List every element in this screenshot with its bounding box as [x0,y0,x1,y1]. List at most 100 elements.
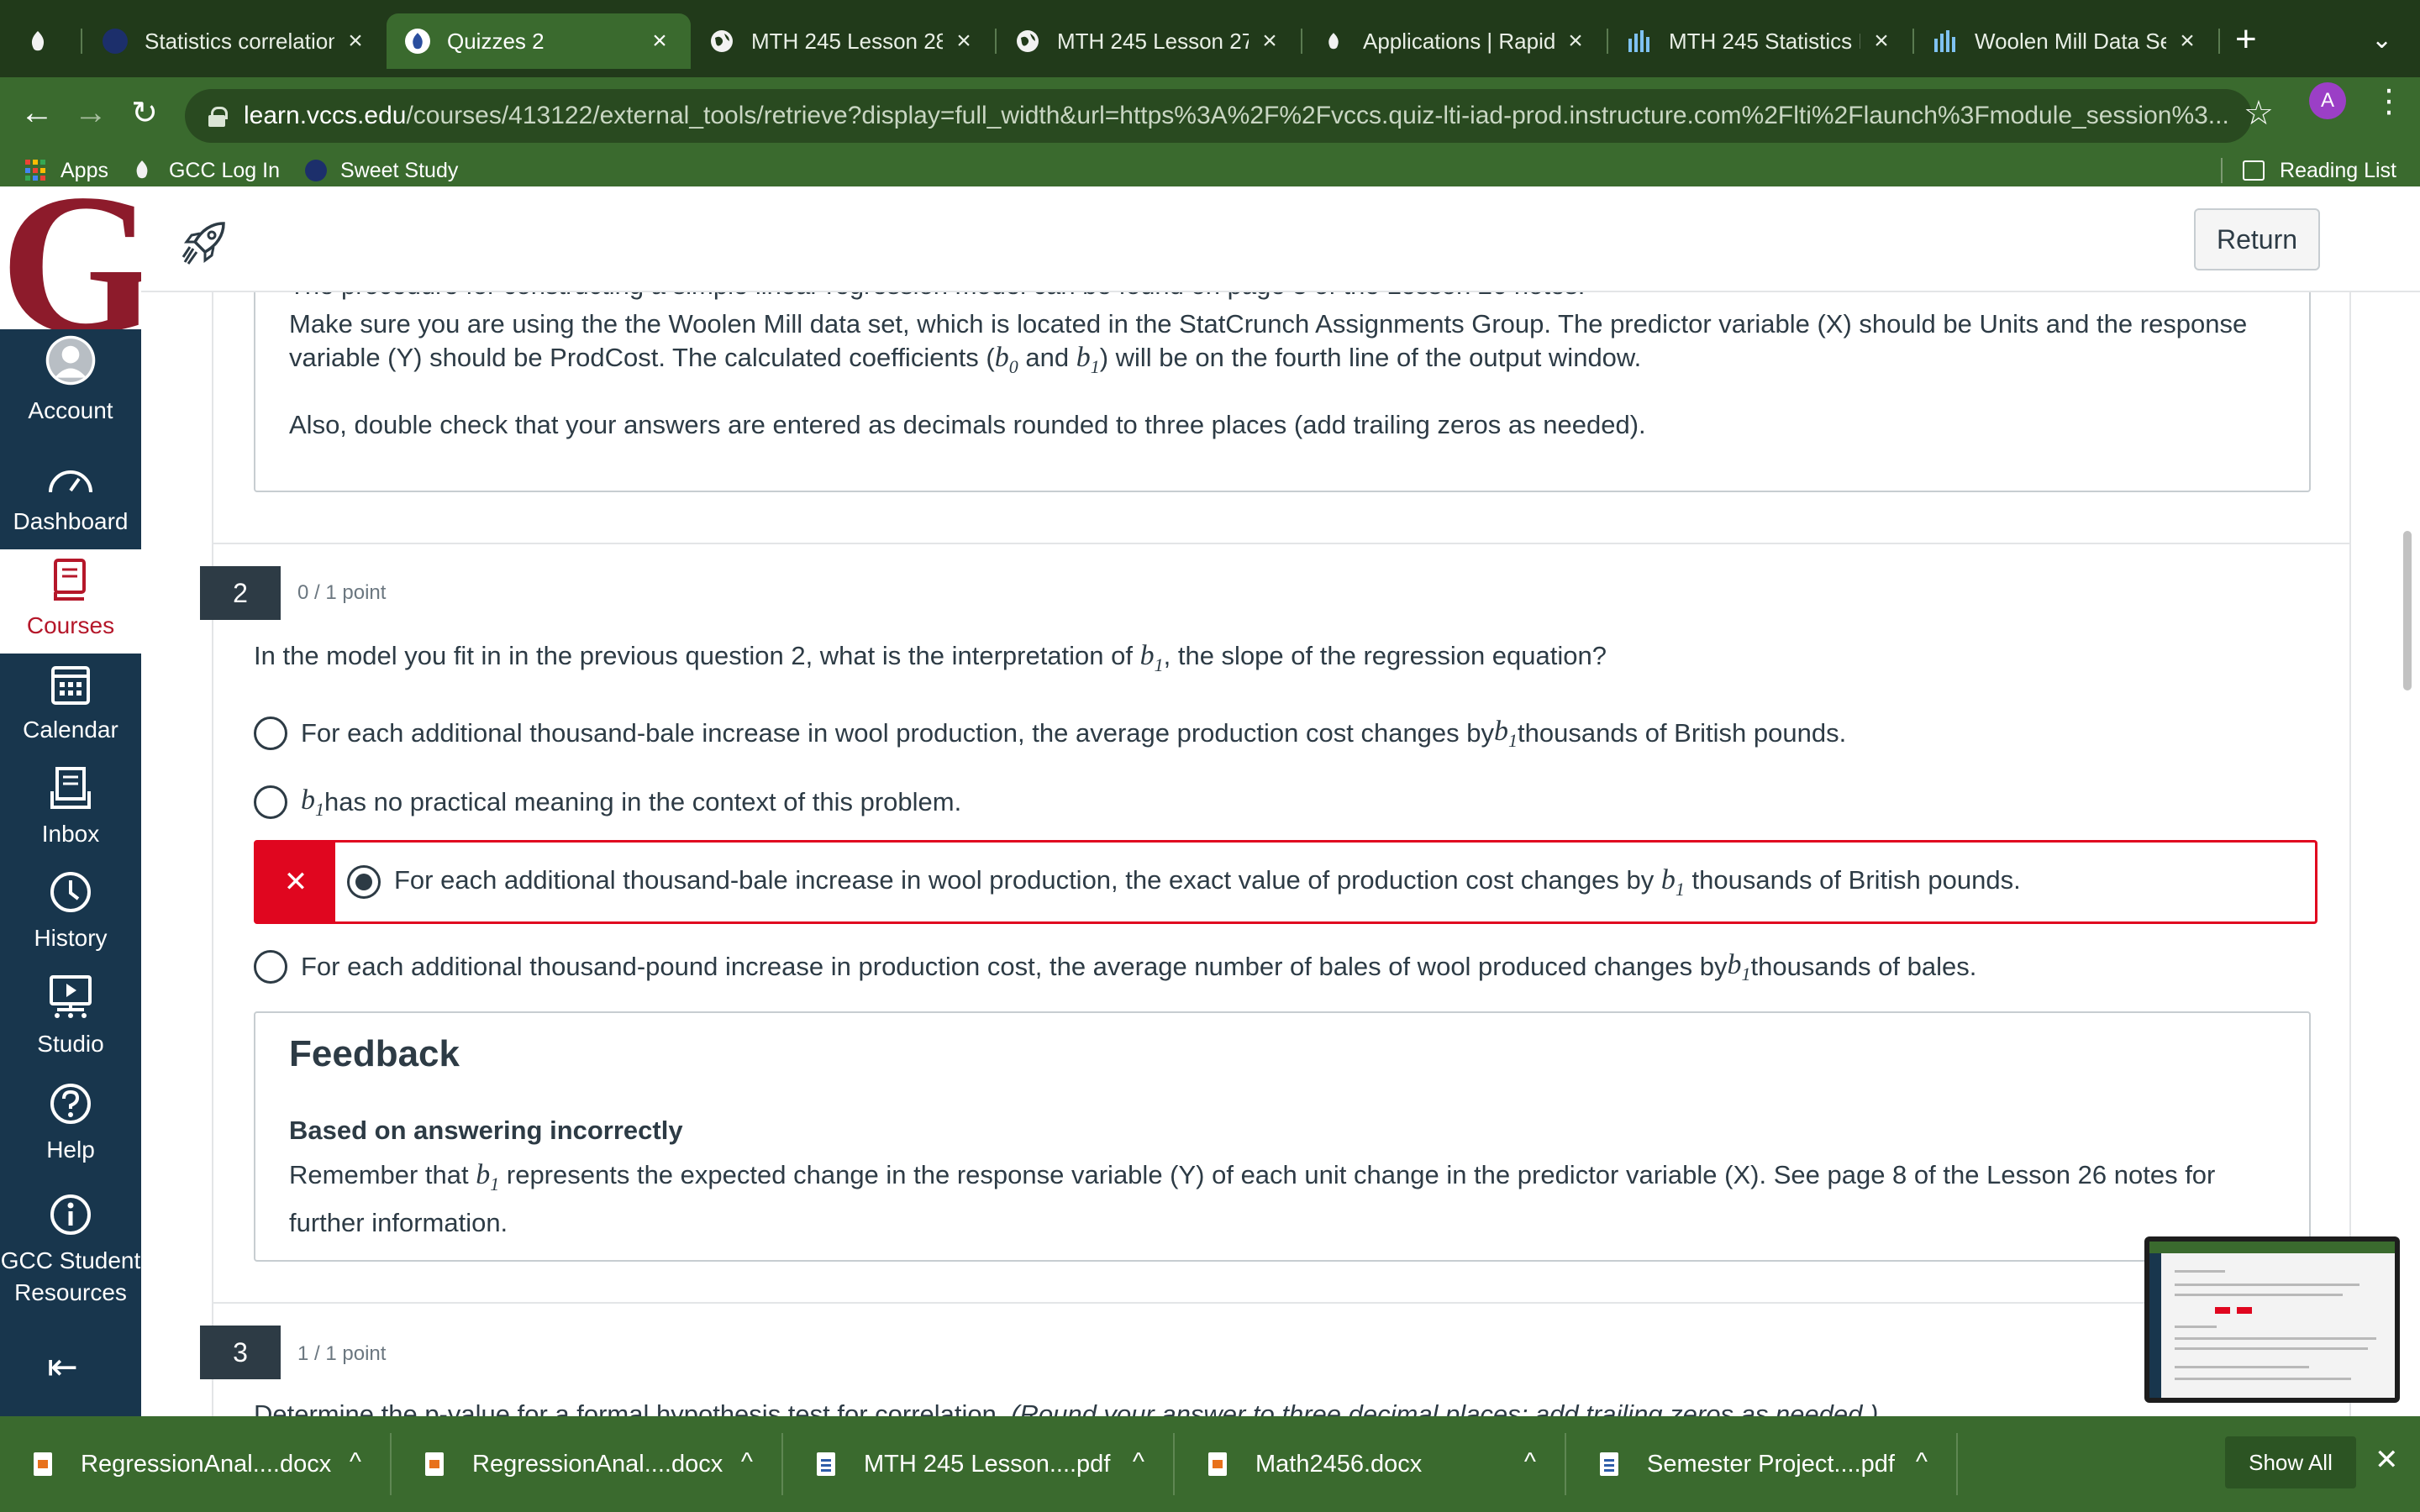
return-button[interactable]: Return [2194,208,2320,270]
close-icon[interactable]: × [951,27,976,55]
answer-option-3-incorrect[interactable]: ✕ For each additional thousand-bale incr… [254,840,2317,924]
canvas-favicon-icon [134,160,155,181]
question-points: 0 / 1 point [297,581,387,604]
radio-button-selected[interactable] [347,865,381,899]
tab-mth245-lesson27[interactable]: MTH 245 Lesson 27 × [997,13,1301,69]
download-item[interactable]: RegressionAnal....docx ^ [0,1416,392,1512]
bookmark-gcc-log-in[interactable]: GCC Log In [134,159,280,183]
new-tab-button[interactable]: + [2235,18,2257,60]
close-icon[interactable]: × [1869,27,1894,55]
feedback-title: Feedback [289,1033,460,1074]
option-text-part: thousands of British pounds. [1684,864,2021,895]
close-icon[interactable]: × [2175,27,2200,55]
download-item[interactable]: Semester Project....pdf ^ [1566,1416,1958,1512]
download-filename: Semester Project....pdf [1647,1450,1895,1478]
tab-mth245-statistics[interactable]: MTH 245 Statistics I × [1608,13,1912,69]
docx-file-icon [1208,1452,1227,1476]
chevron-up-icon[interactable]: ^ [741,1448,753,1477]
download-item[interactable]: Math2456.docx ^ [1175,1416,1566,1512]
close-download-bar-icon[interactable]: ✕ [2375,1443,2399,1477]
nav-item-studio[interactable]: Studio [0,968,141,1072]
nav-item-history[interactable]: History [0,862,141,966]
thumbnail-line [2175,1284,2360,1286]
var-letter: b [301,785,315,816]
chevron-up-icon[interactable]: ^ [1524,1448,1536,1477]
close-icon[interactable]: × [1257,27,1282,55]
bookmark-sweet-study[interactable]: Sweet Study [305,159,458,183]
b0-symbol: b0 [995,342,1018,377]
screenshot-thumbnail[interactable] [2144,1236,2400,1403]
question-points: 1 / 1 point [297,1342,387,1365]
lock-icon [208,107,228,127]
nav-item-calendar[interactable]: Calendar [0,654,141,758]
profile-avatar[interactable]: A [2309,82,2346,119]
nav-item-courses[interactable]: Courses [0,549,141,654]
thumbnail-line [2175,1366,2309,1368]
close-icon[interactable]: × [343,27,368,55]
question-text-part: Determine the p-value for a formal hypot… [254,1399,1012,1416]
tab-woolen-mill-data-set[interactable]: Woolen Mill Data Set × [1914,13,2218,69]
thumbnail-line [2175,1378,2351,1380]
reading-list-button[interactable]: Reading List [2221,155,2396,186]
download-item[interactable]: MTH 245 Lesson....pdf ^ [783,1416,1175,1512]
bookmark-apps[interactable]: Apps [25,159,108,183]
rocket-icon [182,222,225,265]
back-arrow-icon[interactable]: ← [15,94,59,132]
feedback-box: Feedback Based on answering incorrectly … [254,1011,2311,1262]
canvas-favicon-icon [1321,29,1346,54]
nav-item-account[interactable]: Account [0,334,141,438]
b1-symbol: b1 [1728,949,1751,985]
download-item[interactable]: RegressionAnal....docx ^ [392,1416,783,1512]
chevron-up-icon[interactable]: ^ [1133,1448,1144,1477]
canvas-favicon-icon [25,29,50,54]
scrollbar-thumb[interactable] [2403,531,2412,690]
nav-item-dashboard[interactable]: Dashboard [0,445,141,549]
tab-title: Quizzes 2 [447,28,544,54]
pdf-file-icon [1600,1452,1618,1476]
tab-statistics-correlation[interactable]: Statistics correlation × [84,13,387,69]
b1-symbol: b1 [301,785,324,821]
tab-applications-rapidi[interactable]: Applications | Rapidi × [1302,13,1607,69]
option-text: For each additional thousand-bale increa… [301,718,1495,748]
question-text-part: , the slope of the regression equation? [1163,641,1607,670]
browser-menu-icon[interactable]: ⋮ [2373,82,2405,120]
nav-item-help[interactable]: Help [0,1074,141,1178]
radio-button[interactable] [254,785,287,820]
nav-item-gcc-student-resources[interactable]: GCC Student Resources [0,1179,141,1320]
question-text-part: In the model you fit in in the previous … [254,641,1140,670]
close-icon[interactable]: × [647,27,672,55]
tab-quizzes-2[interactable]: Quizzes 2 × [387,13,691,69]
instruction-box: The procedure for constructing a simple … [254,292,2311,492]
tab-canvas-pinned[interactable] [25,13,76,69]
calendar-icon [51,666,90,705]
collapse-nav-icon[interactable]: ⇤ [47,1346,78,1389]
reload-icon[interactable]: ↻ [123,94,166,132]
feedback-subtitle: Based on answering incorrectly [289,1116,683,1145]
address-bar[interactable]: learn.vccs.edu/courses/413122/external_t… [185,89,2252,143]
radio-button[interactable] [254,950,287,984]
nav-item-label: Help [46,1137,95,1163]
show-all-downloads-button[interactable]: Show All [2225,1436,2356,1488]
b1-symbol: b1 [1661,864,1685,900]
close-icon[interactable]: × [1563,27,1588,55]
feedback-text: Remember that b1 represents the expected… [289,1156,2297,1242]
chevron-up-icon[interactable]: ^ [350,1448,361,1477]
answer-option-1[interactable]: For each additional thousand-bale increa… [254,716,1846,752]
gcc-logo[interactable]: G [0,186,141,329]
answer-option-2[interactable]: b1 has no practical meaning in the conte… [254,785,961,821]
b1-symbol: b1 [1076,342,1100,377]
info-icon [50,1194,91,1235]
globe-icon [1015,29,1040,54]
answer-option-4[interactable]: For each additional thousand-pound incre… [254,949,1976,985]
inbox-icon [50,767,91,809]
reading-list-label: Reading List [2280,158,2396,182]
forward-arrow-icon[interactable]: → [69,94,113,132]
tab-title: Applications | Rapidi [1363,28,1555,54]
chevron-up-icon[interactable]: ^ [1916,1448,1928,1477]
logo-letter: G [0,186,141,329]
nav-item-inbox[interactable]: Inbox [0,758,141,862]
radio-button[interactable] [254,717,287,751]
tab-mth245-lesson28[interactable]: MTH 245 Lesson 28 × [691,13,995,69]
tab-search-chevron-icon[interactable]: ⌄ [2371,25,2392,55]
bookmark-star-icon[interactable]: ☆ [2244,94,2274,133]
